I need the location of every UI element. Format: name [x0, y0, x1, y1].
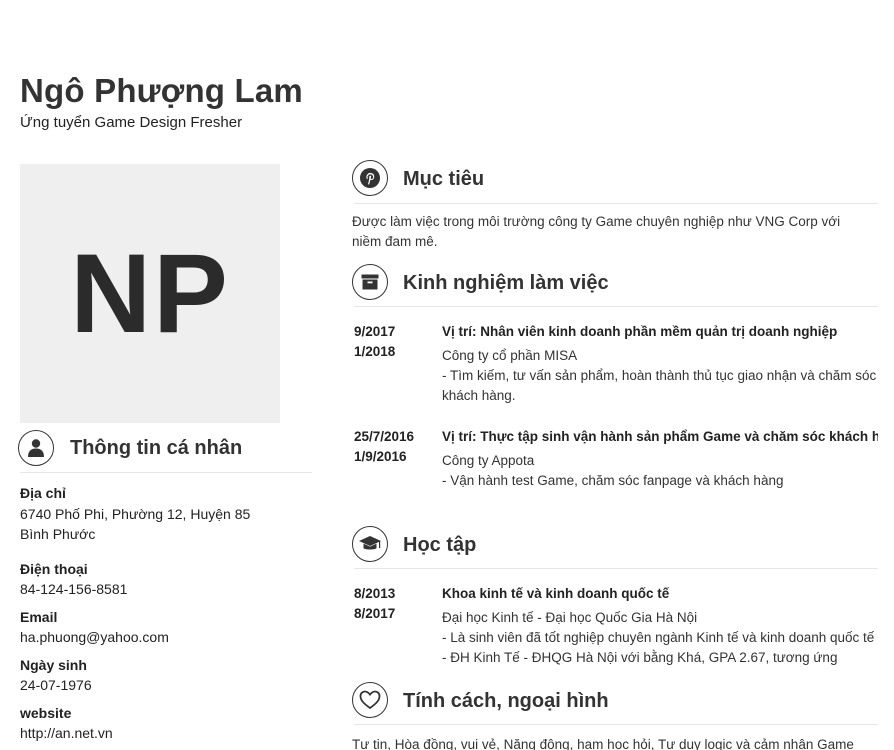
objective-title: Mục tiêu [403, 168, 485, 190]
personal-info-title: Thông tin cá nhân [70, 437, 243, 459]
edu1-end: 8/2017 [354, 606, 396, 621]
exp2-position: Vị trí: Thực tập sinh vận hành sản phẩm … [442, 429, 878, 444]
experience-title: Kinh nghiệm làm việc [403, 272, 609, 294]
email-label: Email [20, 609, 58, 625]
education-title: Học tập [403, 534, 477, 556]
website-value: http://an.net.vn [20, 725, 113, 741]
address-label: Địa chỉ [20, 485, 66, 501]
phone-value: 84-124-156-8581 [20, 581, 128, 597]
user-icon [18, 430, 54, 466]
dob-label: Ngày sinh [20, 657, 87, 673]
experience-divider [354, 306, 878, 307]
email-value: ha.phuong@yahoo.com [20, 629, 169, 645]
exp2-end: 1/9/2016 [354, 449, 407, 464]
personality-divider [354, 724, 878, 725]
education-divider [354, 568, 878, 569]
avatar: NP [20, 164, 280, 423]
exp1-start: 9/2017 [354, 324, 396, 339]
exp2-desc: - Vận hành test Game, chăm sóc fanpage v… [442, 473, 784, 488]
graduation-cap-icon [352, 526, 388, 562]
website-label: website [20, 705, 72, 721]
candidate-name: Ngô Phượng Lam [20, 72, 303, 109]
heart-icon [352, 682, 388, 718]
edu1-desc: - Là sinh viên đã tốt nghiệp chuyên ngàn… [442, 630, 875, 665]
exp2-start: 25/7/2016 [354, 429, 415, 444]
edu1-start: 8/2013 [354, 586, 396, 601]
objective-divider [354, 203, 878, 204]
edu1-school: Đại học Kinh tế - Đại học Quốc Gia Hà Nộ… [442, 610, 698, 625]
candidate-subtitle: Ứng tuyển Game Design Fresher [20, 114, 243, 131]
exp2-company: Công ty Appota [442, 453, 535, 468]
exp1-desc: - Tìm kiếm, tư vấn sản phẩm, hoàn thành … [442, 368, 877, 403]
avatar-initials: NP [70, 231, 230, 356]
exp1-end: 1/2018 [354, 344, 396, 359]
archive-icon [352, 264, 388, 300]
personality-text: Tự tin, Hòa đồng, vui vẻ, Năng động, ham… [352, 737, 854, 750]
pinterest-icon [352, 160, 388, 196]
address-line1: 6740 Phố Phi, Phường 12, Huyện 85 [20, 506, 251, 522]
exp1-company: Công ty cổ phần MISA [442, 348, 578, 363]
exp1-position: Vị trí: Nhân viên kinh doanh phần mềm qu… [442, 324, 838, 339]
personality-title: Tính cách, ngoại hình [403, 690, 609, 712]
objective-text: Được làm việc trong môi trường công ty G… [352, 214, 841, 249]
dob-value: 24-07-1976 [20, 677, 92, 693]
phone-label: Điện thoại [20, 561, 88, 577]
address-line2: Bình Phước [20, 526, 96, 542]
edu1-major: Khoa kinh tế và kinh doanh quốc tế [442, 586, 670, 601]
personal-divider [20, 472, 312, 473]
